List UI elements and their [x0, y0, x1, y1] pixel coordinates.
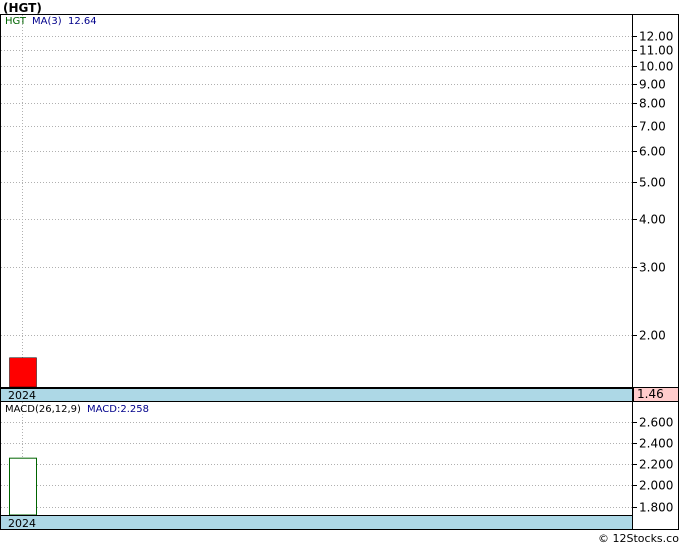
price-ticker-legend: HGT	[5, 16, 27, 27]
stock-chart: (HGT) 12.0011.00 10.00 9.00 8.00 7.00 6.00 5.0…	[0, 1, 680, 545]
site-credit: © 12Stocks.com	[598, 532, 680, 545]
macd-bars	[9, 457, 37, 516]
macd-tick-label: 2.000	[639, 479, 673, 493]
macd-tick-label: 2.600	[639, 416, 673, 430]
price-panel: 12.0011.00 10.00 9.00 8.00 7.00 6.00 5.00 4.00 3…	[0, 14, 679, 402]
price-date-strip	[0, 388, 633, 402]
price-tick-label: 8.00	[639, 97, 666, 111]
price-tick-label: 11.00	[639, 44, 673, 58]
macd-date-label: 2024	[8, 517, 36, 530]
price-tick-label: 4.00	[639, 213, 666, 227]
price-tick-label: 10.00	[639, 60, 673, 74]
macd-bar	[9, 457, 37, 516]
macd-legend: MACD(26,12,9)	[5, 404, 81, 415]
chart-title: (HGT)	[3, 1, 42, 15]
price-tick-label: 12.00	[639, 30, 673, 44]
price-panel-frame	[0, 14, 679, 388]
macd-value: MACD:2.258	[87, 404, 149, 415]
price-ma-legend: MA(3)	[32, 16, 62, 27]
last-price-label: 1.46	[637, 387, 664, 401]
price-tick-label: 5.00	[639, 176, 666, 190]
price-tick-label: 3.00	[639, 261, 666, 275]
price-tick-label: 6.00	[639, 145, 666, 159]
price-tick-label: 7.00	[639, 120, 666, 134]
price-tick-label: 9.00	[639, 78, 666, 92]
price-ma-value: 12.64	[68, 16, 97, 27]
price-tick-label: 2.00	[639, 329, 666, 343]
price-date-label: 2024	[8, 389, 36, 402]
macd-tick-label: 2.400	[639, 437, 673, 451]
macd-panel: 2.6002.4002.2002.0001.800 MACD(26,12,9) …	[0, 401, 679, 530]
macd-date-strip	[0, 515, 633, 530]
price-bars	[9, 357, 37, 388]
price-candle	[9, 357, 37, 388]
macd-tick-label: 1.800	[639, 501, 673, 515]
macd-tick-label: 2.200	[639, 458, 673, 472]
macd-panel-frame	[0, 401, 679, 530]
